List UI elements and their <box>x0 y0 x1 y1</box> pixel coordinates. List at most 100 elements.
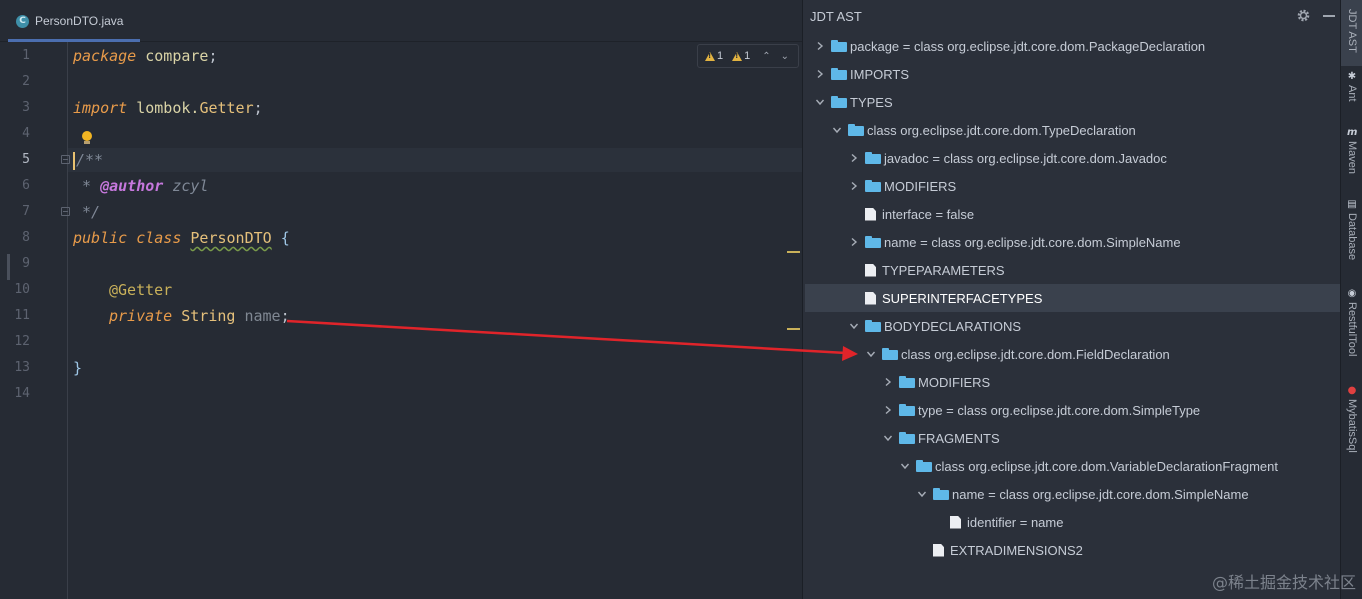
warning-count[interactable]: 1 <box>705 50 723 62</box>
tool-window-database[interactable]: ▤ Database <box>1343 199 1361 261</box>
ast-tree-row[interactable]: name = class org.eclipse.jdt.core.dom.Si… <box>805 480 1341 508</box>
folder-icon <box>899 376 915 388</box>
folder-icon <box>848 124 864 136</box>
line-number: 8 <box>22 230 30 245</box>
error-stripe-marker[interactable] <box>787 328 800 330</box>
code-line-10[interactable]: @Getter <box>109 277 172 303</box>
comment: zcyl <box>163 177 209 195</box>
keyword: private <box>109 307 173 325</box>
code-line-5[interactable]: /** <box>73 147 103 173</box>
folder-icon <box>899 432 915 444</box>
folder-icon <box>865 320 881 332</box>
fold-toggle-icon[interactable] <box>61 155 70 164</box>
ast-tree-row[interactable]: package = class org.eclipse.jdt.core.dom… <box>805 32 1341 60</box>
chevron-right-icon[interactable] <box>881 405 895 415</box>
chevron-down-icon[interactable] <box>915 489 929 499</box>
folder-icon <box>865 152 881 164</box>
code-editor[interactable]: C PersonDTO.java 1 2 3 4 5 6 7 8 9 10 11… <box>0 0 802 599</box>
ast-tree-row[interactable]: FRAGMENTS <box>805 424 1341 452</box>
database-icon: ▤ <box>1347 199 1357 210</box>
inspection-widget[interactable]: 1 1 ⌃ ⌄ <box>697 44 799 68</box>
ant-icon: ✱ <box>1347 71 1357 82</box>
ast-tree-row[interactable]: class org.eclipse.jdt.core.dom.TypeDecla… <box>805 116 1341 144</box>
ast-node-label: type = class org.eclipse.jdt.core.dom.Si… <box>918 402 1201 418</box>
punctuation: ; <box>208 47 218 65</box>
ast-tree-row[interactable]: identifier = name <box>805 508 1341 536</box>
tool-window-ant[interactable]: ✱ Ant <box>1343 72 1361 102</box>
code-line-3[interactable]: import lombok.Getter; <box>73 95 263 121</box>
ast-tree-row[interactable]: TYPES <box>805 88 1341 116</box>
warning-icon <box>732 51 743 61</box>
ast-tree-row[interactable]: IMPORTS <box>805 60 1341 88</box>
chevron-down-icon[interactable] <box>864 349 878 359</box>
chevron-down-icon[interactable]: ⌄ <box>781 51 789 62</box>
ast-tree-row[interactable]: BODYDECLARATIONS <box>805 312 1341 340</box>
code-line-13[interactable]: } <box>73 355 82 381</box>
keyword: public class <box>73 229 182 247</box>
ast-tree-row[interactable]: MODIFIERS <box>805 172 1341 200</box>
ast-tree-row[interactable]: class org.eclipse.jdt.core.dom.VariableD… <box>805 452 1341 480</box>
lightbulb-icon[interactable] <box>81 131 93 145</box>
ast-tree-row[interactable]: EXTRADIMENSIONS2 <box>805 536 1341 564</box>
tool-window-maven[interactable]: m Maven <box>1343 127 1361 175</box>
ast-tree-row[interactable]: MODIFIERS <box>805 368 1341 396</box>
tool-window-restfultool[interactable]: ◉ RestfulTool <box>1343 289 1361 357</box>
folder-icon <box>865 180 881 192</box>
ast-tree-row[interactable]: name = class org.eclipse.jdt.core.dom.Si… <box>805 228 1341 256</box>
line-number: 10 <box>14 282 30 297</box>
chevron-right-icon[interactable] <box>881 377 895 387</box>
line-number: 12 <box>14 334 30 349</box>
ast-tree-row[interactable]: interface = false <box>805 200 1341 228</box>
gear-icon[interactable] <box>1296 8 1311 23</box>
folder-icon <box>831 96 847 108</box>
java-class-icon: C <box>16 14 29 28</box>
chevron-right-icon[interactable] <box>847 237 861 247</box>
brace: } <box>73 359 83 377</box>
ast-node-label: BODYDECLARATIONS <box>884 318 1022 334</box>
error-stripe-marker[interactable] <box>787 251 800 253</box>
ast-node-label: MODIFIERS <box>884 178 957 194</box>
chevron-down-icon[interactable] <box>881 433 895 443</box>
keyword: import <box>73 99 128 117</box>
ast-node-label: EXTRADIMENSIONS2 <box>950 542 1083 558</box>
punctuation: ; <box>253 99 263 117</box>
code-line-6[interactable]: * @author zcyl <box>73 173 208 199</box>
code-line-11[interactable]: private String name; <box>109 303 290 329</box>
chevron-right-icon[interactable] <box>847 153 861 163</box>
comment: */ <box>73 203 101 221</box>
chevron-down-icon[interactable] <box>898 461 912 471</box>
minimize-icon[interactable] <box>1323 15 1335 17</box>
comment: /** <box>76 151 104 169</box>
panel-header: JDT AST <box>803 0 1341 32</box>
ast-tree-row[interactable]: class org.eclipse.jdt.core.dom.FieldDecl… <box>805 340 1341 368</box>
ast-node-label: class org.eclipse.jdt.core.dom.FieldDecl… <box>901 346 1170 362</box>
code-line-8[interactable]: public class PersonDTO { <box>73 225 290 251</box>
javadoc-tag: @author <box>100 177 164 195</box>
chevron-down-icon[interactable] <box>847 321 861 331</box>
weak-warning-count[interactable]: 1 <box>732 50 750 62</box>
ast-node-label: class org.eclipse.jdt.core.dom.TypeDecla… <box>867 122 1136 138</box>
ast-tree-row[interactable]: SUPERINTERFACETYPES <box>805 284 1341 312</box>
code-line-7[interactable]: */ <box>73 199 100 225</box>
ast-tree-row[interactable]: type = class org.eclipse.jdt.core.dom.Si… <box>805 396 1341 424</box>
chevron-up-icon[interactable]: ⌃ <box>762 51 770 62</box>
mybatis-icon: ● <box>1347 385 1357 396</box>
maven-icon: m <box>1347 127 1358 138</box>
chevron-right-icon[interactable] <box>847 181 861 191</box>
folder-icon <box>831 40 847 52</box>
chevron-right-icon[interactable] <box>813 41 827 51</box>
chevron-down-icon[interactable] <box>830 125 844 135</box>
ast-tree-row[interactable]: TYPEPARAMETERS <box>805 256 1341 284</box>
ast-tree-row[interactable]: javadoc = class org.eclipse.jdt.core.dom… <box>805 144 1341 172</box>
panel-title: JDT AST <box>810 8 862 24</box>
file-icon <box>933 543 944 557</box>
tool-window-jdt-ast[interactable]: JDT AST <box>1343 6 1361 53</box>
class-name: PersonDTO <box>190 229 272 247</box>
editor-tab-persondto[interactable]: C PersonDTO.java <box>8 3 140 42</box>
chevron-right-icon[interactable] <box>813 69 827 79</box>
tool-window-mybatissql[interactable]: ● MybatisSql <box>1343 386 1361 453</box>
chevron-down-icon[interactable] <box>813 97 827 107</box>
code-line-1[interactable]: package compare; <box>73 43 218 69</box>
folder-icon <box>933 488 949 500</box>
fold-toggle-icon[interactable] <box>61 207 70 216</box>
